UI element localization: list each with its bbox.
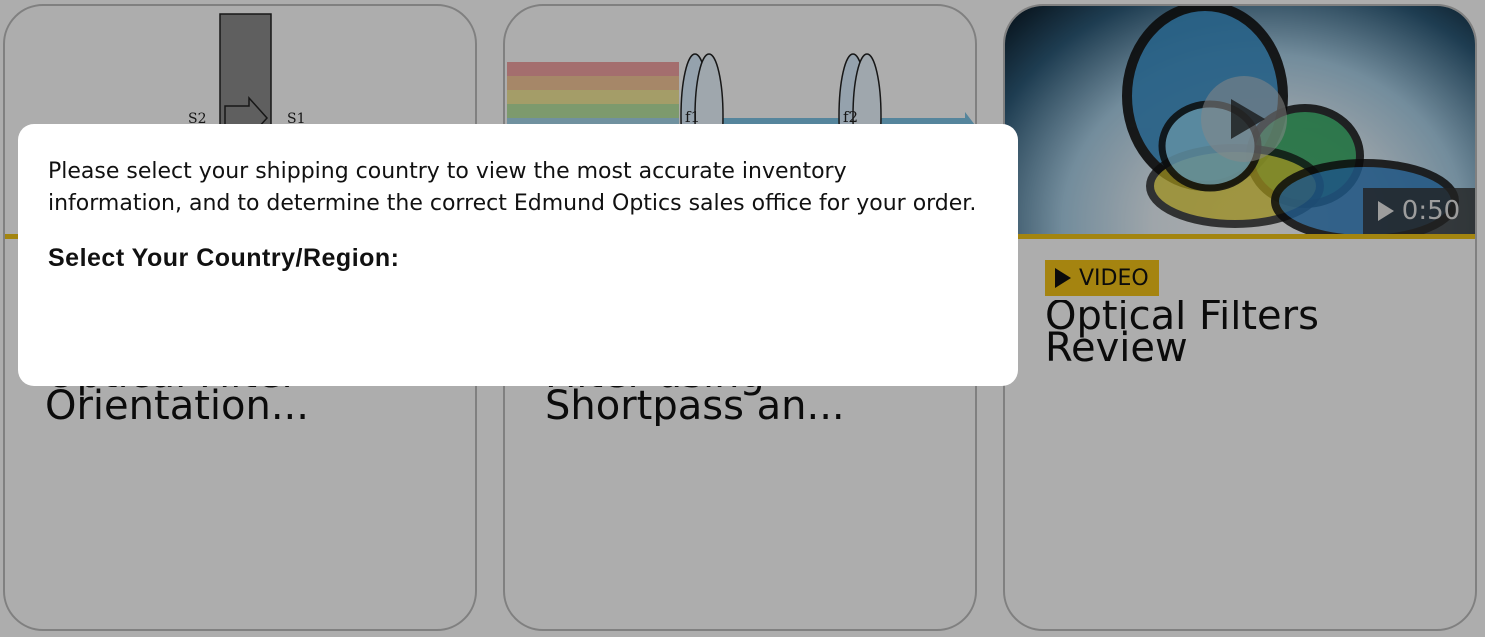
country-region-label: Select Your Country/Region: bbox=[48, 244, 400, 272]
modal-message: Please select your shipping country to v… bbox=[48, 159, 977, 216]
country-select-modal: Please select your shipping country to v… bbox=[18, 124, 1018, 386]
page: S2 S1 Optical Filter Orientation... f1 bbox=[0, 0, 1485, 637]
